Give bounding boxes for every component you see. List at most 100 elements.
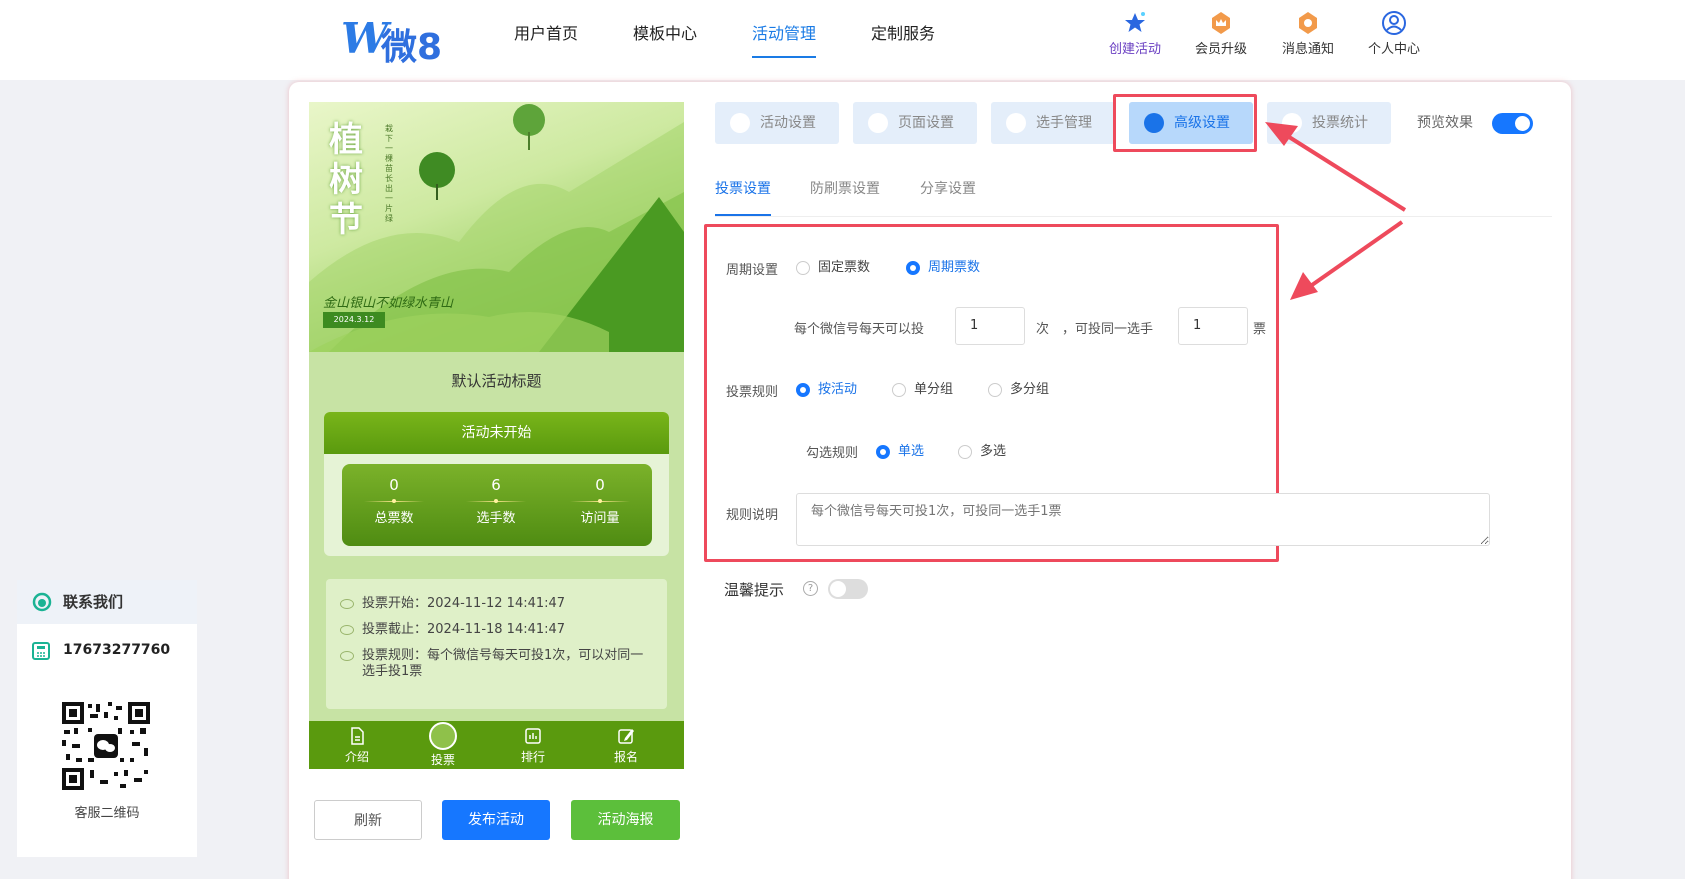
tips-label: 温馨提示: [724, 581, 785, 599]
vote-rule-text: 投票规则：每个微信号每天可投1次，可以对同一选手投1票: [362, 648, 644, 679]
publish-activity-button[interactable]: 发布活动: [442, 800, 550, 840]
member-upgrade-button[interactable]: 会员升级: [1181, 10, 1261, 57]
stat-label: 总票数: [374, 511, 414, 526]
check-rule-label: 勾选规则: [806, 446, 859, 461]
vote-start-text: 投票开始：2024-11-12 14:41:47: [362, 596, 566, 611]
radio-fixed-votes[interactable]: 固定票数: [796, 260, 870, 276]
advanced-tab-highlight: [1113, 94, 1257, 152]
stat-label: 访问量: [580, 511, 620, 526]
banner-slogan: 金山银山不如绿水青山: [323, 296, 454, 311]
cycle-label: 周期设置: [726, 263, 779, 278]
stat-value: 6: [491, 476, 501, 494]
tab-vote-statistics[interactable]: 投票统计: [1267, 102, 1391, 144]
nav-template-center[interactable]: 模板中心: [633, 22, 697, 58]
star-sparkle-icon: [1125, 12, 1145, 32]
subtab-share-settings[interactable]: 分享设置: [920, 178, 976, 216]
tab-rank[interactable]: 排行: [503, 725, 563, 765]
preview-tabbar: 介绍 投票 排行 报名: [309, 721, 684, 769]
bell-badge-icon: [1299, 12, 1317, 34]
radio-cycle-votes[interactable]: 周期票数: [906, 260, 980, 276]
vote-icon: [429, 722, 457, 750]
tab-label: 投票统计: [1312, 115, 1368, 131]
daily-middle-text: ，可投同一选手: [1062, 322, 1154, 337]
daily-votes-unit: 票: [1253, 322, 1267, 337]
preview-effect-label: 预览效果: [1417, 115, 1473, 131]
vote-rule-line: 投票规则：每个微信号每天可投1次，可以对同一选手投1票: [340, 643, 653, 680]
create-activity-button[interactable]: 创建活动: [1095, 10, 1175, 57]
tab-vote-label: 投票: [430, 753, 455, 767]
refresh-button[interactable]: 刷新: [314, 800, 422, 840]
info-icon: [340, 651, 354, 661]
stat-divider: [466, 499, 526, 503]
edit-icon: [618, 729, 634, 744]
tab-page-settings[interactable]: 页面设置: [853, 102, 977, 144]
tab-signup-label: 报名: [613, 750, 638, 764]
crown-badge-icon: [1212, 12, 1230, 34]
stats-block: 0 总票数 6 选手数 0 访问量: [342, 464, 652, 546]
brand-logo[interactable]: W 微8: [341, 12, 451, 68]
preview-effect-switch[interactable]: [1492, 113, 1533, 134]
banner-vertical-text: 栽下一棵苗 长出一片绿: [385, 124, 393, 223]
tips-toggle[interactable]: [828, 579, 868, 599]
activity-banner: 植树节 栽下一棵苗 长出一片绿 金山银山不如绿水青山 2024.3.12: [309, 102, 684, 352]
tab-activity-settings[interactable]: 活动设置: [715, 102, 839, 144]
rule-desc-textarea[interactable]: [796, 493, 1490, 546]
nav-user-home[interactable]: 用户首页: [514, 22, 578, 58]
stat-total-votes: 0 总票数: [344, 476, 444, 526]
qr-code: [60, 700, 152, 792]
clock-icon: [340, 599, 354, 609]
vote-info-box: 投票开始：2024-11-12 14:41:47 投票截止：2024-11-18…: [326, 579, 667, 709]
personal-center-button[interactable]: 个人中心: [1354, 10, 1434, 57]
tab-label: 选手管理: [1036, 115, 1092, 131]
help-icon[interactable]: ?: [803, 581, 818, 596]
status-panel: 活动未开始 0 总票数 6 选手数 0 访问量: [324, 412, 669, 556]
top-navbar: W 微8 用户首页 模板中心 活动管理 定制服务 创建活动 会员升级 消息通知 …: [0, 0, 1685, 80]
banner-title: 植树节: [329, 120, 363, 240]
contact-phone: 17673277760: [63, 642, 171, 658]
stat-label: 选手数: [476, 511, 516, 526]
daily-prefix: 每个微信号每天可以投: [794, 322, 925, 337]
notifications-label: 消息通知: [1281, 42, 1334, 57]
nav-activity-management[interactable]: 活动管理: [752, 22, 817, 58]
rule-desc-label: 规则说明: [726, 508, 779, 523]
personal-center-label: 个人中心: [1367, 42, 1420, 57]
logo-letter: W: [341, 14, 388, 63]
contact-header: 联系我们: [17, 580, 197, 624]
nav-custom-service[interactable]: 定制服务: [871, 22, 935, 58]
document-icon: [351, 727, 364, 745]
notifications-button[interactable]: 消息通知: [1268, 10, 1348, 57]
stat-divider: [364, 499, 424, 503]
logo-text: 微8: [381, 27, 443, 68]
contact-title: 联系我们: [63, 593, 124, 611]
daily-times-input[interactable]: 1: [955, 307, 1025, 345]
daily-votes-input[interactable]: 1: [1178, 307, 1248, 345]
radio-by-activity[interactable]: 按活动: [796, 382, 857, 398]
tab-contestant-management[interactable]: 选手管理: [991, 102, 1115, 144]
vote-rule-label: 投票规则: [726, 385, 779, 400]
activity-poster-button[interactable]: 活动海报: [571, 800, 680, 840]
stats-icon: [1282, 113, 1302, 133]
customer-service-icon: [32, 592, 52, 612]
tab-intro-label: 介绍: [344, 750, 369, 764]
banner-date: 2024.3.12: [323, 312, 385, 328]
subtab-vote-settings[interactable]: 投票设置: [715, 178, 771, 216]
tab-vote[interactable]: 投票: [413, 722, 473, 768]
tab-signup[interactable]: 报名: [596, 725, 656, 765]
radio-single-group[interactable]: 单分组: [892, 382, 953, 398]
radio-multi-select[interactable]: 多选: [958, 444, 1006, 460]
mobile-preview: 植树节 栽下一棵苗 长出一片绿 金山银山不如绿水青山 2024.3.12 默认活…: [309, 102, 684, 769]
create-activity-label: 创建活动: [1108, 42, 1161, 57]
radio-single-select[interactable]: 单选: [876, 444, 924, 460]
vote-start-line: 投票开始：2024-11-12 14:41:47: [340, 591, 653, 617]
member-upgrade-label: 会员升级: [1194, 42, 1247, 57]
tab-rank-label: 排行: [520, 750, 545, 764]
tab-intro[interactable]: 介绍: [327, 725, 387, 765]
activity-title: 默认活动标题: [451, 372, 542, 390]
subtab-anti-fraud[interactable]: 防刷票设置: [810, 178, 880, 216]
stat-divider: [570, 499, 630, 503]
phone-icon: [32, 642, 50, 660]
radio-multi-group[interactable]: 多分组: [988, 382, 1049, 398]
contact-panel: 联系我们 17673277760 客服二维码: [17, 580, 197, 857]
qr-code-label: 客服二维码: [74, 806, 140, 821]
page-icon: [868, 113, 888, 133]
